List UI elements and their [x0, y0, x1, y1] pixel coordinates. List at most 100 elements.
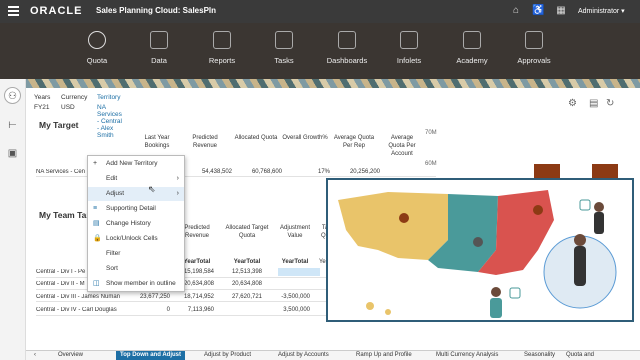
tab-top-down-and-adjust[interactable]: Top Down and Adjust [116, 351, 185, 360]
tab-scroll-left-icon[interactable]: ‹ [34, 352, 36, 358]
chevron-right-icon: › [176, 190, 179, 197]
pov-years[interactable]: Years FY21 [34, 94, 50, 111]
map-pin-icon [533, 205, 543, 215]
column-header: Allocated Quota [234, 135, 278, 141]
menu-item-supporting-detail[interactable]: ≡ Supporting Detail [88, 202, 184, 216]
navigation-band: Quota Data Reports Tasks Dashboards Info… [0, 23, 640, 79]
menu-item-filter[interactable]: Filter [88, 247, 184, 261]
data-cell[interactable]: 18,714,952 [168, 294, 214, 300]
chart-bar [534, 164, 560, 178]
menu-item-sort[interactable]: Sort [88, 262, 184, 276]
data-cell[interactable]: 7,113,960 [168, 307, 214, 313]
column-header: Last Year Bookings [144, 135, 170, 149]
bottom-tab-bar: ‹ Overview Top Down and Adjust Adjust by… [26, 350, 640, 360]
refresh-icon[interactable]: ↻ [606, 98, 614, 109]
infolets-icon [400, 31, 418, 49]
tab-adjust-by-accounts[interactable]: Adjust by Accounts [278, 352, 329, 358]
pov-currency[interactable]: Currency USD [61, 94, 87, 111]
hamburger-menu-icon[interactable] [8, 6, 19, 16]
menu-item-add-new-territory[interactable]: + Add New Territory [88, 157, 184, 171]
tab-overview[interactable]: Overview [58, 352, 83, 358]
person-icon [594, 212, 604, 234]
map-region-hawaii [385, 309, 391, 315]
row-label: Central - Div III - James Numan [36, 294, 121, 300]
nav-academy[interactable]: Academy [442, 31, 502, 65]
menu-item-change-history[interactable]: ▤ Change History [88, 217, 184, 231]
my-target-grid: Last Year Bookings Predicted Revenue All… [26, 134, 436, 184]
data-cell[interactable]: 54,438,502 [186, 169, 232, 175]
grid-icon[interactable]: ▦ [555, 5, 567, 17]
column-header: Overall Growth% [282, 135, 328, 141]
menu-item-show-member-in-outline[interactable]: ◫ Show member in outline [88, 277, 184, 291]
mouse-cursor-icon: ⇖ [148, 184, 156, 194]
data-cell[interactable]: 12,513,398 [216, 269, 262, 275]
data-icon [150, 31, 168, 49]
data-cell[interactable]: 20,634,808 [216, 281, 262, 287]
column-header: Adjustment Value [279, 225, 310, 239]
accessibility-icon[interactable]: ♿ [532, 5, 544, 17]
nav-reports[interactable]: Reports [192, 31, 252, 65]
data-cell[interactable]: -3,500,000 [264, 294, 310, 300]
tab-adjust-by-product[interactable]: Adjust by Product [204, 352, 251, 358]
data-cell[interactable]: 17% [284, 169, 330, 175]
oracle-logo: ORACLE [30, 5, 83, 17]
context-menu: + Add New Territory Edit › Adjust › ≡ Suppor… [87, 155, 185, 292]
settings-icon[interactable]: ⚙ [568, 98, 577, 109]
nav-tasks[interactable]: Tasks [254, 31, 314, 65]
tree-icon[interactable]: ⊢ [4, 117, 21, 134]
hierarchy-icon[interactable]: ⚇ [4, 87, 21, 104]
left-rail: ⚇ ⊢ ▣ [0, 79, 26, 360]
chart-bar [592, 164, 618, 178]
data-cell[interactable]: 23,677,250 [124, 294, 170, 300]
menu-item-edit[interactable]: Edit › [88, 172, 184, 186]
decorative-banner [26, 79, 640, 88]
tab-quota-and[interactable]: Quota and [566, 352, 594, 358]
column-header: Predicted Revenue [192, 135, 218, 149]
pov-territory[interactable]: Territory NA Services - Central - Alex Sm… [97, 94, 122, 139]
tab-seasonality[interactable]: Seasonality [524, 352, 555, 358]
map-pin-icon [473, 237, 483, 247]
image-icon[interactable]: ▣ [4, 145, 21, 162]
academy-icon [463, 31, 481, 49]
menu-item-adjust[interactable]: Adjust › [88, 187, 184, 201]
nav-approvals[interactable]: Approvals [504, 31, 564, 65]
row-label: Central - Div IV - Carl Douglas [36, 307, 117, 313]
chevron-right-icon: › [176, 175, 179, 182]
column-header: Average Quota Per Rep [333, 135, 375, 149]
person-head-icon [594, 202, 604, 212]
user-menu[interactable]: Administrator ▾ [578, 7, 625, 15]
us-map-graphic [338, 190, 617, 318]
list-icon: ≡ [93, 205, 98, 212]
person-icon [490, 298, 502, 318]
data-cell[interactable]: 20,256,200 [334, 169, 380, 175]
dashboards-icon [338, 31, 356, 49]
nav-infolets[interactable]: Infolets [379, 31, 439, 65]
home-icon[interactable]: ⌂ [510, 5, 522, 17]
territory-map-illustration [326, 178, 634, 322]
nav-data[interactable]: Data [129, 31, 189, 65]
data-cell[interactable]: 27,620,721 [216, 294, 262, 300]
data-cell[interactable]: 60,768,600 [236, 169, 282, 175]
checkmark-bubble-icon [579, 199, 591, 211]
menu-item-lock-unlock-cells[interactable]: 🔒 Lock/Unlock Cells [88, 232, 184, 246]
tab-multi-currency-analysis[interactable]: Multi Currency Analysis [436, 352, 498, 358]
row-label: Central - Div II - M [36, 281, 85, 287]
person-head-icon [574, 234, 586, 246]
data-cell[interactable]: 3,500,000 [264, 307, 310, 313]
nav-dashboards[interactable]: Dashboards [317, 31, 377, 65]
tasks-icon [275, 31, 293, 49]
row-label: Central - Div I - Pe [36, 269, 86, 275]
map-region-west [338, 192, 448, 260]
tab-ramp-up-and-profile[interactable]: Ramp Up and Profile [356, 352, 412, 358]
history-icon: ▤ [93, 220, 100, 227]
lock-icon: 🔒 [93, 235, 102, 242]
quota-icon [88, 31, 106, 49]
map-region-hawaii [366, 302, 374, 310]
column-header: Average Quota Per Account [388, 135, 416, 157]
subheader: YearTotal [233, 259, 261, 265]
map-pin-icon [399, 213, 409, 223]
approvals-icon [525, 31, 543, 49]
save-icon[interactable]: ▤ [589, 98, 598, 109]
nav-quota[interactable]: Quota [67, 31, 127, 65]
data-cell[interactable]: 0 [124, 307, 170, 313]
